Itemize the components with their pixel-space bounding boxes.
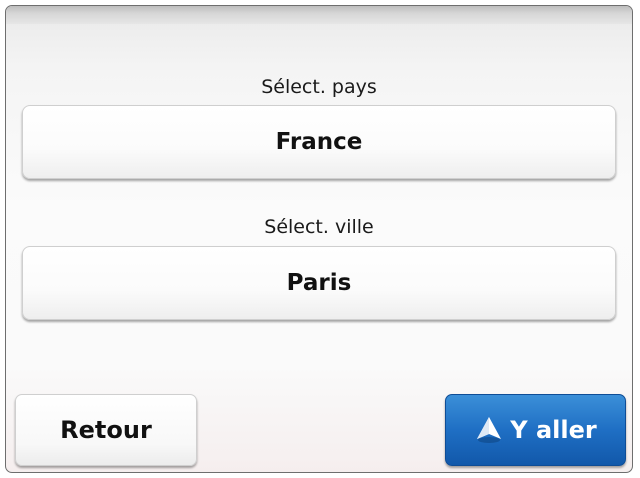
city-label: Sélect. ville [264, 216, 374, 238]
navigation-arrow-icon [477, 417, 502, 443]
back-button[interactable]: Retour [15, 394, 197, 466]
country-label: Sélect. pays [261, 76, 377, 98]
city-select-button[interactable]: Paris [22, 246, 616, 320]
go-button[interactable]: Y aller [445, 394, 626, 466]
go-button-label: Y aller [510, 416, 597, 444]
dialog-frame: Sélect. pays France Sélect. ville Paris … [5, 5, 633, 473]
country-select-button[interactable]: France [22, 105, 616, 179]
back-button-label: Retour [60, 416, 152, 444]
top-strip [6, 6, 632, 24]
